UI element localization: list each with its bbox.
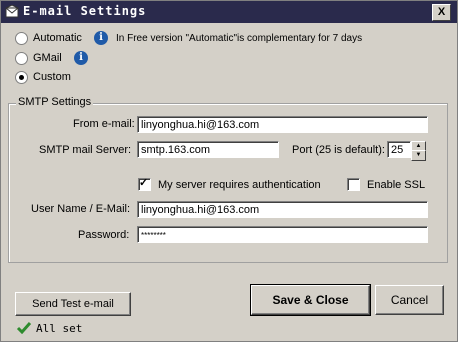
smtp-server-field[interactable]: smtp.163.com	[137, 141, 279, 158]
radio-gmail[interactable]	[15, 52, 28, 65]
close-icon: X	[437, 6, 446, 18]
info-icon[interactable]: i	[74, 51, 88, 65]
radio-custom[interactable]	[15, 71, 28, 84]
radio-custom-label: Custom	[33, 71, 71, 83]
smtp-settings-title: SMTP Settings	[16, 96, 94, 108]
title-bar: E-mail Settings X	[1, 1, 457, 23]
from-email-field[interactable]: linyonghua.hi@163.com	[137, 116, 428, 133]
auth-checkbox[interactable]: ✓	[138, 177, 151, 191]
email-settings-window: E-mail Settings X Automatic i In Free ve…	[0, 0, 458, 342]
send-test-email-button[interactable]: Send Test e-mail	[15, 292, 131, 316]
radio-automatic-label: Automatic	[33, 32, 82, 44]
ssl-checkbox[interactable]	[347, 178, 360, 191]
radio-gmail-label: GMail	[33, 52, 62, 64]
envelope-icon	[5, 5, 19, 18]
automatic-note: In Free version "Automatic"is complement…	[116, 33, 363, 44]
username-field[interactable]: linyonghua.hi@163.com	[137, 201, 428, 218]
username-label: User Name / E-Mail:	[31, 203, 131, 215]
checkmark-icon: ✓	[139, 177, 149, 189]
password-label: Password:	[78, 229, 130, 241]
close-button[interactable]: X	[432, 4, 451, 21]
info-icon[interactable]: i	[94, 31, 108, 45]
status-text: All set	[36, 322, 83, 335]
ssl-label: Enable SSL	[367, 179, 426, 191]
radio-automatic[interactable]	[15, 32, 28, 45]
port-down-button[interactable]: ▼	[411, 150, 426, 161]
checkmark-icon	[16, 322, 32, 334]
port-field[interactable]: 25	[387, 141, 411, 158]
arrow-up-icon: ▲	[415, 143, 422, 149]
window-title: E-mail Settings	[23, 4, 147, 18]
auth-label: My server requires authentication	[158, 179, 321, 191]
smtp-server-label: SMTP mail Server:	[39, 144, 132, 156]
status-bar: All set	[6, 319, 454, 337]
save-close-button[interactable]: Save & Close	[250, 284, 371, 316]
arrow-down-icon: ▼	[415, 152, 422, 158]
from-email-label: From e-mail:	[73, 118, 135, 130]
port-label: Port (25 is default):	[292, 144, 385, 156]
cancel-button[interactable]: Cancel	[375, 285, 444, 315]
password-field[interactable]: ********	[137, 226, 428, 243]
